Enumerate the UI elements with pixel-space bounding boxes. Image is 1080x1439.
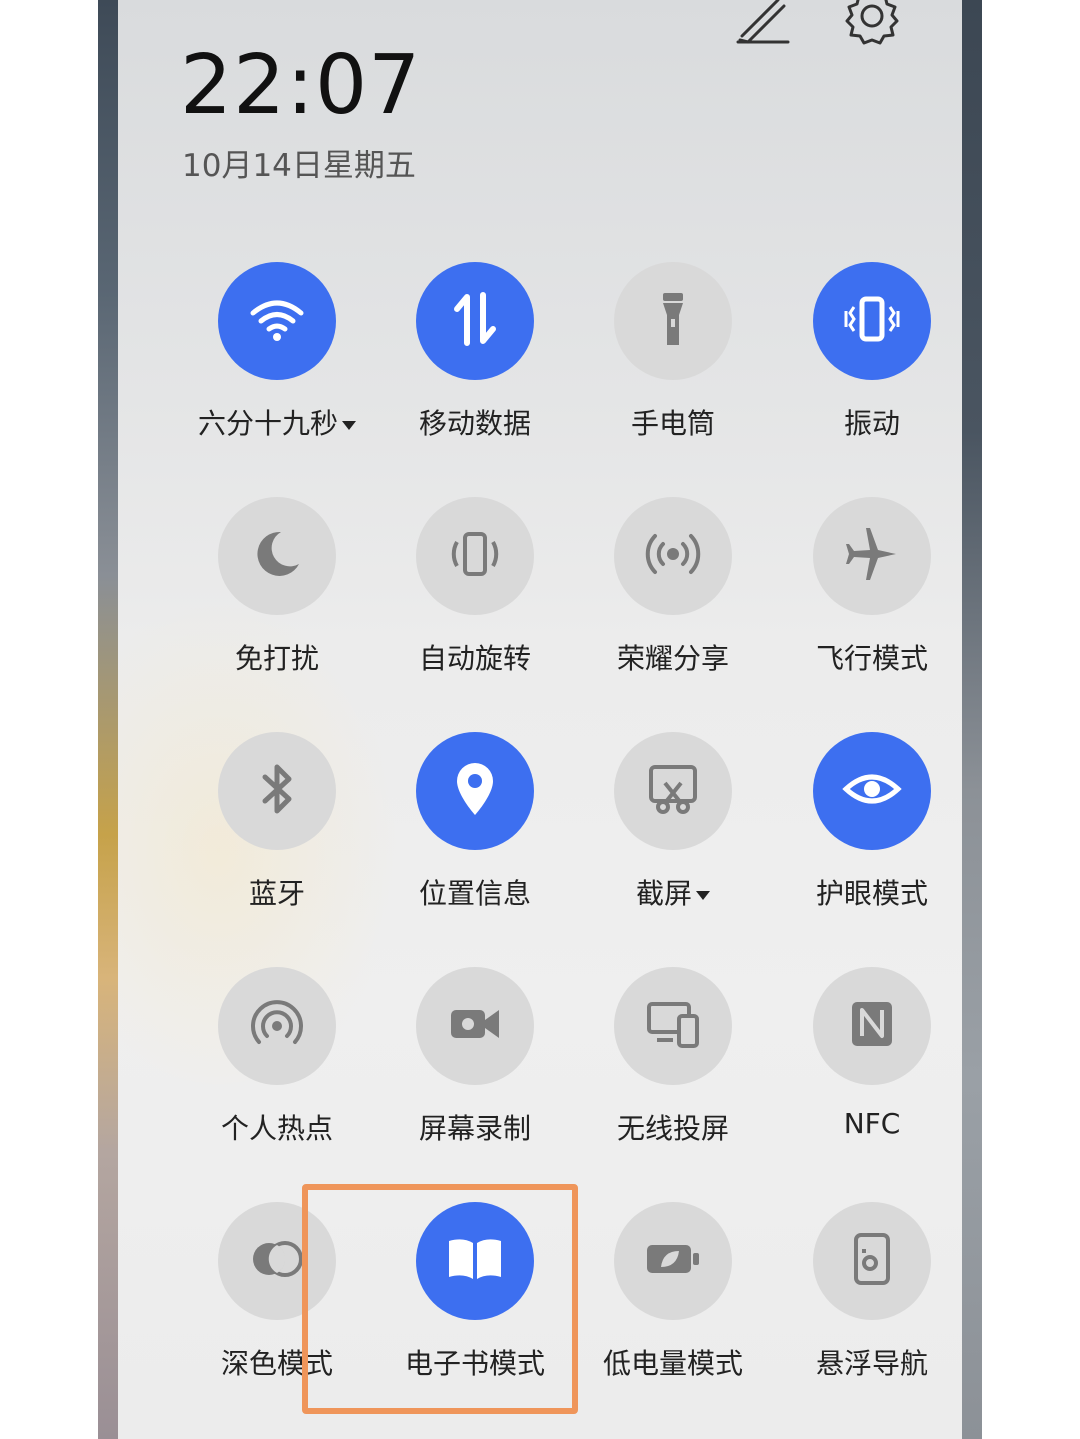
- share-wireless-icon: [641, 522, 705, 590]
- tile-toggle-button[interactable]: [416, 732, 534, 850]
- tile-toggle-button[interactable]: [416, 967, 534, 1085]
- hotspot-icon: [245, 992, 309, 1060]
- tile-toggle-button[interactable]: [614, 262, 732, 380]
- tile-location-pin[interactable]: 位置信息: [380, 732, 570, 932]
- tile-toggle-button[interactable]: [813, 967, 931, 1085]
- tile-toggle-button[interactable]: [218, 262, 336, 380]
- floating-nav-icon: [840, 1227, 904, 1295]
- pencil-icon: [736, 0, 790, 44]
- tile-toggle-button[interactable]: [218, 497, 336, 615]
- tile-label: 免打扰: [234, 642, 319, 675]
- tile-flashlight[interactable]: 手电筒: [578, 262, 768, 462]
- tile-label: 无线投屏: [616, 1112, 729, 1145]
- tile-toggle-button[interactable]: [614, 497, 732, 615]
- clock-time: 22:07: [180, 38, 422, 133]
- tile-toggle-button[interactable]: [416, 1202, 534, 1320]
- auto-rotate-icon: [443, 522, 507, 590]
- wifi-icon: [245, 287, 309, 355]
- screenshot-icon: [641, 757, 705, 825]
- eye-icon: [840, 757, 904, 825]
- tile-screenshot[interactable]: 截屏: [578, 732, 768, 932]
- tile-label: 移动数据: [418, 407, 531, 440]
- edit-button[interactable]: [734, 0, 794, 44]
- tile-wifi[interactable]: 六分十九秒: [182, 262, 372, 462]
- clock-date: 10月14日星期五: [182, 148, 416, 184]
- tile-toggle-button[interactable]: [416, 497, 534, 615]
- tile-video-camera[interactable]: 屏幕录制: [380, 967, 570, 1167]
- tile-label: 振动: [843, 407, 900, 440]
- nfc-icon: [840, 992, 904, 1060]
- tile-label: 飞行模式: [815, 642, 928, 675]
- mobile-data-icon: [443, 287, 507, 355]
- tile-label: 蓝牙: [248, 877, 305, 910]
- tile-share-wireless[interactable]: 荣耀分享: [578, 497, 768, 697]
- tile-toggle-button[interactable]: [416, 262, 534, 380]
- tile-open-book[interactable]: 电子书模式: [380, 1202, 570, 1402]
- caret-down-icon[interactable]: [342, 420, 356, 430]
- tile-toggle-button[interactable]: [813, 497, 931, 615]
- tile-toggle-button[interactable]: [218, 967, 336, 1085]
- tile-toggle-button[interactable]: [813, 1202, 931, 1320]
- tile-label: 屏幕录制: [418, 1112, 531, 1145]
- tile-label: 低电量模式: [602, 1347, 743, 1380]
- tile-toggle-button[interactable]: [614, 1202, 732, 1320]
- tile-label: 截屏: [568, 872, 778, 912]
- device-frame-right: [962, 0, 982, 1439]
- tile-airplane[interactable]: 飞行模式: [777, 497, 962, 697]
- dark-mode-icon: [245, 1227, 309, 1295]
- cast-screen-icon: [641, 992, 705, 1060]
- tile-hotspot[interactable]: 个人热点: [182, 967, 372, 1167]
- tile-toggle-button[interactable]: [813, 732, 931, 850]
- caret-down-icon[interactable]: [696, 890, 710, 900]
- moon-icon: [245, 522, 309, 590]
- tile-label: 护眼模式: [815, 877, 928, 910]
- tile-label: 电子书模式: [404, 1347, 545, 1380]
- tile-label: 自动旋转: [418, 642, 531, 675]
- tile-label: 六分十九秒: [172, 402, 382, 442]
- tile-label: 荣耀分享: [616, 642, 729, 675]
- flashlight-icon: [641, 287, 705, 355]
- tile-label: 深色模式: [220, 1347, 333, 1380]
- battery-leaf-icon: [641, 1227, 705, 1295]
- tile-label: 个人热点: [220, 1112, 333, 1145]
- tile-battery-leaf[interactable]: 低电量模式: [578, 1202, 768, 1402]
- quick-settings-panel: 22:07 10月14日星期五 六分十九秒 移动数据 手电筒 振动 免打扰 自动旋转 荣耀分…: [118, 0, 962, 1439]
- tile-label: 悬浮导航: [815, 1347, 928, 1380]
- tile-toggle-button[interactable]: [813, 262, 931, 380]
- tile-nfc[interactable]: NFC: [777, 967, 962, 1167]
- airplane-icon: [840, 522, 904, 590]
- tile-toggle-button[interactable]: [218, 1202, 336, 1320]
- tile-floating-nav[interactable]: 悬浮导航: [777, 1202, 962, 1402]
- tile-dark-mode[interactable]: 深色模式: [182, 1202, 372, 1402]
- settings-button[interactable]: [840, 0, 904, 52]
- tile-label: 位置信息: [418, 877, 531, 910]
- tile-moon[interactable]: 免打扰: [182, 497, 372, 697]
- gear-icon: [845, 0, 899, 45]
- tile-label: 手电筒: [630, 407, 715, 440]
- open-book-icon: [443, 1227, 507, 1295]
- tile-cast-screen[interactable]: 无线投屏: [578, 967, 768, 1167]
- tile-toggle-button[interactable]: [614, 732, 732, 850]
- tile-toggle-button[interactable]: [218, 732, 336, 850]
- tile-vibrate[interactable]: 振动: [777, 262, 962, 462]
- tile-mobile-data[interactable]: 移动数据: [380, 262, 570, 462]
- tile-label: NFC: [843, 1107, 901, 1140]
- vibrate-icon: [840, 287, 904, 355]
- tile-auto-rotate[interactable]: 自动旋转: [380, 497, 570, 697]
- location-pin-icon: [443, 757, 507, 825]
- bluetooth-icon: [245, 757, 309, 825]
- tile-bluetooth[interactable]: 蓝牙: [182, 732, 372, 932]
- device-frame-left: [98, 0, 118, 1439]
- tile-toggle-button[interactable]: [614, 967, 732, 1085]
- tile-eye[interactable]: 护眼模式: [777, 732, 962, 932]
- video-camera-icon: [443, 992, 507, 1060]
